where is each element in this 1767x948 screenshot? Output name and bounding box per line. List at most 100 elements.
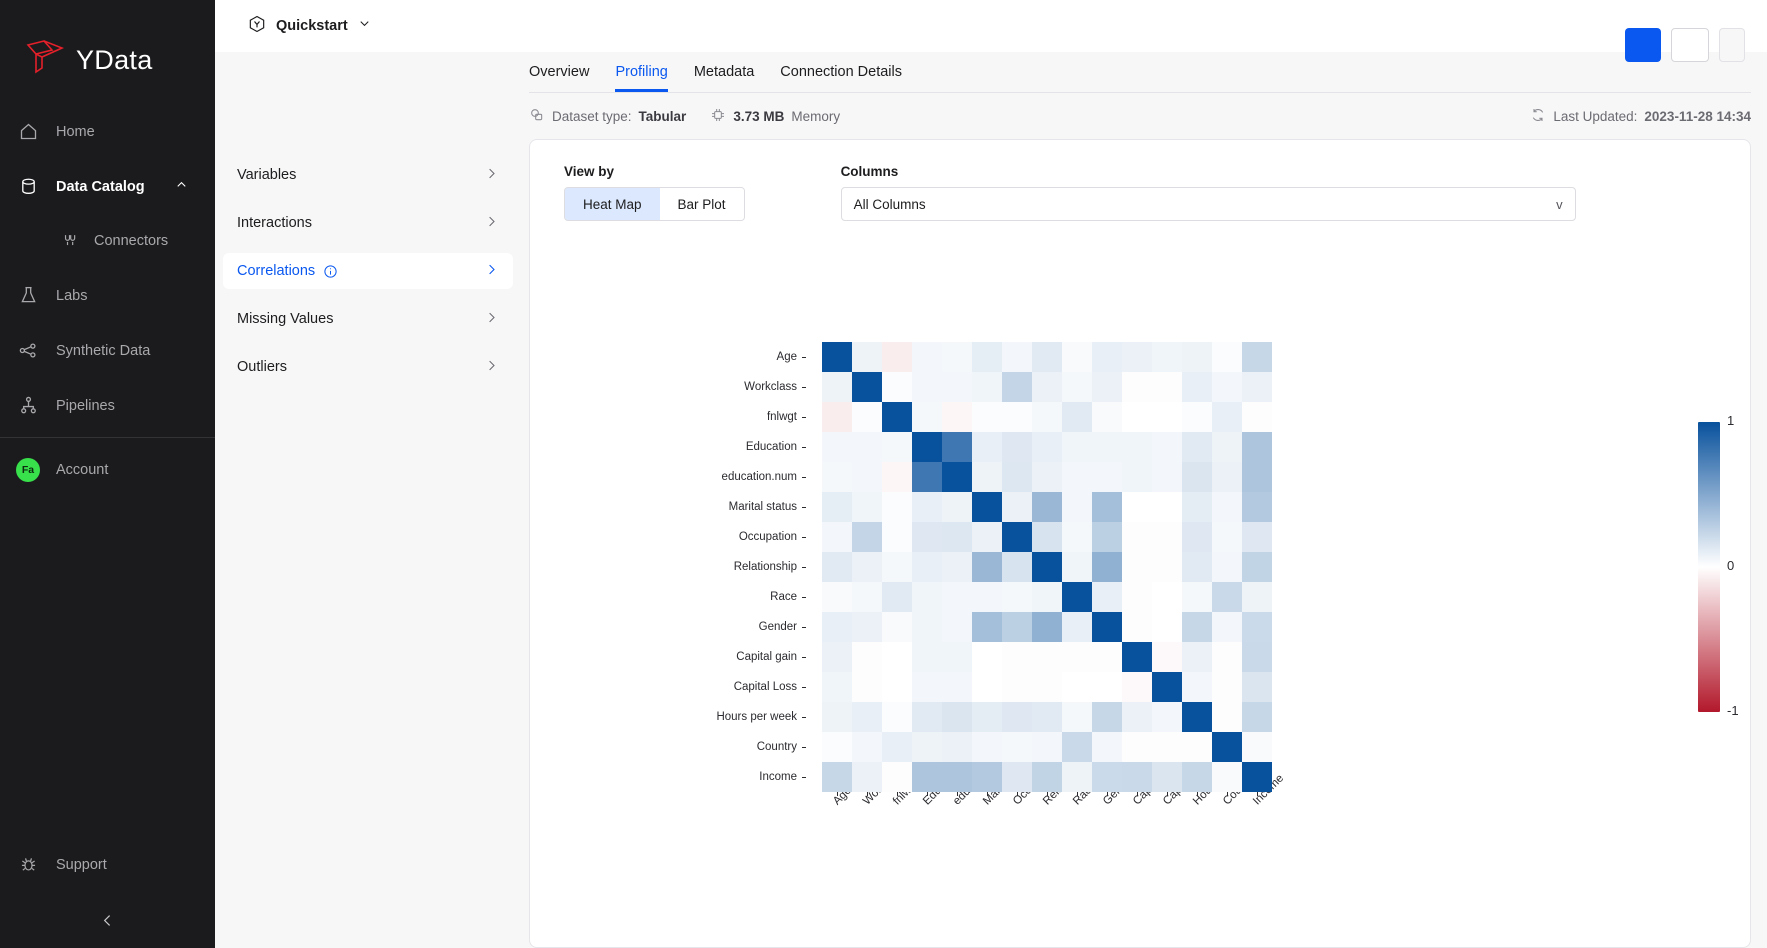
heatmap-cell[interactable]: [1092, 582, 1122, 612]
heatmap-cell[interactable]: [1062, 432, 1092, 462]
heatmap-cell[interactable]: [912, 762, 942, 792]
heatmap-cell[interactable]: [1032, 462, 1062, 492]
heatmap-cell[interactable]: [1212, 462, 1242, 492]
heatmap-cell[interactable]: [1032, 582, 1062, 612]
more-actions-button[interactable]: [1719, 28, 1745, 62]
sidebar-item-connectors[interactable]: Connectors: [0, 214, 215, 268]
heatmap-cell[interactable]: [822, 492, 852, 522]
heatmap-cell[interactable]: [1212, 432, 1242, 462]
heatmap-cell[interactable]: [1122, 612, 1152, 642]
heatmap-cell[interactable]: [1062, 582, 1092, 612]
heatmap-cell[interactable]: [1092, 672, 1122, 702]
heatmap-cell[interactable]: [1242, 462, 1272, 492]
heatmap-cell[interactable]: [822, 342, 852, 372]
heatmap-cell[interactable]: [852, 372, 882, 402]
heatmap-cell[interactable]: [1032, 702, 1062, 732]
heatmap-cell[interactable]: [1002, 522, 1032, 552]
heatmap-cell[interactable]: [1032, 432, 1062, 462]
view-option-bar-plot[interactable]: Bar Plot: [659, 188, 744, 220]
heatmap-cell[interactable]: [1002, 672, 1032, 702]
heatmap-cell[interactable]: [942, 432, 972, 462]
heatmap-cell[interactable]: [1032, 402, 1062, 432]
heatmap-cell[interactable]: [852, 582, 882, 612]
heatmap-cell[interactable]: [942, 462, 972, 492]
heatmap-cell[interactable]: [1062, 732, 1092, 762]
heatmap-cell[interactable]: [822, 612, 852, 642]
section-interactions[interactable]: Interactions: [223, 205, 513, 241]
heatmap-cell[interactable]: [972, 342, 1002, 372]
heatmap-cell[interactable]: [882, 642, 912, 672]
heatmap-cell[interactable]: [1122, 552, 1152, 582]
heatmap-cell[interactable]: [1122, 672, 1152, 702]
heatmap-cell[interactable]: [1182, 552, 1212, 582]
heatmap-cell[interactable]: [852, 342, 882, 372]
heatmap-cell[interactable]: [1032, 762, 1062, 792]
section-correlations[interactable]: Correlations: [223, 253, 513, 289]
heatmap-cell[interactable]: [912, 642, 942, 672]
heatmap-cell[interactable]: [912, 342, 942, 372]
heatmap-cell[interactable]: [1002, 732, 1032, 762]
heatmap-cell[interactable]: [1212, 732, 1242, 762]
collapse-sidebar-button[interactable]: [0, 892, 215, 948]
heatmap-cell[interactable]: [1002, 462, 1032, 492]
heatmap-cell[interactable]: [882, 672, 912, 702]
heatmap-cell[interactable]: [1242, 582, 1272, 612]
heatmap-cell[interactable]: [1152, 522, 1182, 552]
heatmap-cell[interactable]: [1152, 612, 1182, 642]
heatmap-cell[interactable]: [1002, 762, 1032, 792]
heatmap-cell[interactable]: [1002, 612, 1032, 642]
heatmap-cell[interactable]: [1182, 642, 1212, 672]
heatmap-cell[interactable]: [912, 492, 942, 522]
heatmap-cell[interactable]: [942, 612, 972, 642]
heatmap-cell[interactable]: [1062, 552, 1092, 582]
heatmap-cell[interactable]: [852, 672, 882, 702]
heatmap-cell[interactable]: [852, 732, 882, 762]
heatmap-cell[interactable]: [942, 642, 972, 672]
heatmap-cell[interactable]: [1002, 552, 1032, 582]
heatmap-cell[interactable]: [1062, 342, 1092, 372]
heatmap-cell[interactable]: [822, 702, 852, 732]
heatmap-cell[interactable]: [942, 672, 972, 702]
heatmap-cell[interactable]: [1182, 732, 1212, 762]
view-option-heat-map[interactable]: Heat Map: [564, 188, 661, 220]
heatmap-cell[interactable]: [1182, 672, 1212, 702]
heatmap-cell[interactable]: [822, 762, 852, 792]
heatmap-cell[interactable]: [912, 672, 942, 702]
heatmap-cell[interactable]: [1212, 522, 1242, 552]
heatmap-cell[interactable]: [1032, 522, 1062, 552]
heatmap-cell[interactable]: [1212, 702, 1242, 732]
brand-logo[interactable]: YData: [0, 0, 215, 96]
tab-metadata[interactable]: Metadata: [694, 64, 754, 92]
heatmap-cell[interactable]: [1152, 732, 1182, 762]
heatmap-cell[interactable]: [852, 402, 882, 432]
heatmap-cell[interactable]: [1152, 642, 1182, 672]
heatmap-cell[interactable]: [1242, 762, 1272, 792]
heatmap-cell[interactable]: [882, 402, 912, 432]
heatmap-cell[interactable]: [1062, 492, 1092, 522]
heatmap-cell[interactable]: [912, 372, 942, 402]
heatmap-cell[interactable]: [942, 492, 972, 522]
heatmap-cell[interactable]: [822, 732, 852, 762]
heatmap-cell[interactable]: [1122, 492, 1152, 522]
heatmap-cell[interactable]: [1092, 702, 1122, 732]
heatmap-cell[interactable]: [1242, 642, 1272, 672]
heatmap-cell[interactable]: [1062, 612, 1092, 642]
heatmap-cell[interactable]: [912, 702, 942, 732]
heatmap-cell[interactable]: [1032, 342, 1062, 372]
heatmap-cell[interactable]: [912, 432, 942, 462]
heatmap-cell[interactable]: [1182, 762, 1212, 792]
heatmap-cell[interactable]: [1032, 672, 1062, 702]
secondary-action-button[interactable]: [1671, 28, 1709, 62]
heatmap-cell[interactable]: [1152, 702, 1182, 732]
heatmap-cell[interactable]: [852, 432, 882, 462]
heatmap-cell[interactable]: [972, 702, 1002, 732]
heatmap-cell[interactable]: [882, 582, 912, 612]
heatmap-cell[interactable]: [1122, 732, 1152, 762]
heatmap-cell[interactable]: [942, 402, 972, 432]
section-outliers[interactable]: Outliers: [223, 349, 513, 385]
heatmap-cell[interactable]: [1002, 642, 1032, 672]
heatmap-cell[interactable]: [1182, 612, 1212, 642]
heatmap-cell[interactable]: [1002, 582, 1032, 612]
heatmap-cell[interactable]: [1182, 492, 1212, 522]
heatmap-cell[interactable]: [972, 372, 1002, 402]
